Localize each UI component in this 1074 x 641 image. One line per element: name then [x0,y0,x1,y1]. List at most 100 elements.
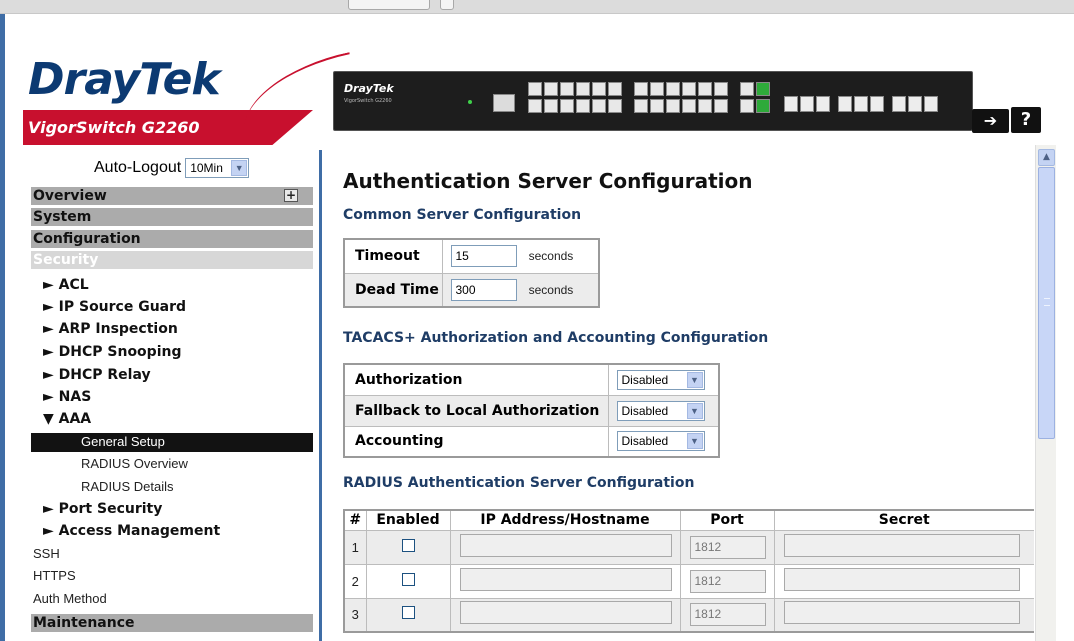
port-input[interactable]: 1812 [689,535,766,559]
radius-header-row: # Enabled IP Address/Hostname Port Secre… [343,509,1034,531]
menu-sub-general-setup[interactable]: General Setup [31,433,313,452]
help-icon[interactable]: ? [1011,107,1041,133]
model-name: VigorSwitch G2260 [28,118,200,137]
browser-toolbar-remnant [0,0,1074,14]
menu-item-aaa[interactable]: ▼ AAA [43,410,91,428]
fallback-value: Disabled [621,403,669,418]
port-cell: 1812 [679,529,775,565]
menu-configuration[interactable]: Configuration [31,230,313,249]
switch-front-panel-image: DrayTek VigorSwitch G2260 [333,71,973,131]
accounting-cell: Disabled ▼ [607,425,720,458]
menu-item-nas[interactable]: ► NAS [43,388,91,406]
common-config-title: Common Server Configuration [343,207,582,223]
tacacs-config-table: Authorization Disabled ▼ Fallback to Loc… [343,363,720,458]
menu-item-access-management[interactable]: ► Access Management [43,522,220,540]
col-header-port: Port [679,509,775,531]
port-input[interactable]: 1812 [689,569,766,593]
menu-sub-radius-details[interactable]: RADIUS Details [81,478,173,496]
ip-cell [449,563,681,599]
page-root: { "header": { "brand_dray": "Dray", "bra… [0,0,1074,641]
enabled-checkbox[interactable] [401,572,415,586]
enabled-checkbox[interactable] [401,538,415,552]
accounting-select[interactable]: Disabled ▼ [616,431,705,452]
menu-item-dhcp-relay[interactable]: ► DHCP Relay [43,366,151,384]
timeout-input[interactable]: 15 [450,245,517,268]
port-group-3 [740,82,770,122]
secret-input[interactable] [783,567,1020,591]
timeout-row: Timeout 15 seconds [343,238,600,274]
logout-icon[interactable]: ➔ [972,109,1009,133]
content-scrollbar[interactable]: ▲ [1035,145,1056,641]
col-header-ip: IP Address/Hostname [449,509,681,531]
menu-system[interactable]: System [31,208,313,227]
secret-cell [773,529,1034,565]
menu-sub-radius-overview[interactable]: RADIUS Overview [81,455,188,473]
enabled-cell [365,529,451,565]
secret-input[interactable] [783,533,1020,557]
logo-dray: Dray [28,54,140,105]
radius-config-title: RADIUS Authentication Server Configurati… [343,475,695,491]
radius-server-table: # Enabled IP Address/Hostname Port Secre… [343,509,1034,633]
page-title: Authentication Server Configuration [343,169,753,193]
menu-item-ssh[interactable]: SSH [33,545,60,563]
fallback-select[interactable]: Disabled ▼ [616,400,705,421]
deadtime-row: Dead Time 300 seconds [343,272,600,308]
sidebar: Auto-Logout 10Min ▼ Overview + System Co… [5,145,314,641]
console-port-icon [493,94,515,112]
scroll-grip-icon [1044,298,1050,306]
ip-input[interactable] [459,533,672,557]
timeout-cell: 15 seconds [441,238,600,274]
row-number: 2 [343,563,367,599]
autologout-value: 10Min [190,161,223,175]
deadtime-input[interactable]: 300 [450,278,517,301]
timeout-label: Timeout [343,238,443,274]
tacacs-config-title: TACACS+ Authorization and Accounting Con… [343,330,769,346]
expand-plus-icon[interactable]: + [284,189,298,202]
col-header-secret: Secret [773,509,1034,531]
menu-item-port-security[interactable]: ► Port Security [43,500,162,518]
fallback-row: Fallback to Local Authorization Disabled… [343,394,720,427]
browser-control[interactable] [348,0,430,10]
table-row: 1 1812 [343,529,1034,565]
device-model: VigorSwitch G2260 [344,98,392,104]
scroll-thumb[interactable] [1038,167,1055,439]
accounting-row: Accounting Disabled ▼ [343,425,720,458]
ip-input[interactable] [459,567,672,591]
ip-cell [449,597,681,633]
enabled-checkbox[interactable] [401,606,415,620]
menu-item-ip-source-guard[interactable]: ► IP Source Guard [43,298,186,316]
sfp-group-3 [892,96,938,112]
menu-item-auth-method[interactable]: Auth Method [33,590,107,608]
col-header-num: # [343,509,367,531]
menu-item-arp-inspection[interactable]: ► ARP Inspection [43,320,178,338]
ip-input[interactable] [459,601,672,625]
authorization-cell: Disabled ▼ [607,363,720,396]
deadtime-cell: 300 seconds [441,272,600,308]
menu-item-https[interactable]: HTTPS [33,567,76,585]
device-brand: DrayTek [344,82,394,95]
menu-item-acl[interactable]: ► ACL [43,276,89,294]
autologout-select[interactable]: 10Min ▼ [185,158,250,178]
enabled-cell [365,597,451,633]
sfp-group-2 [838,96,884,112]
menu-overview-label: Overview [33,188,107,204]
authorization-row: Authorization Disabled ▼ [343,363,720,396]
secret-input[interactable] [783,601,1020,625]
row-number: 3 [343,597,367,633]
port-cell: 1812 [679,597,775,633]
browser-control-small[interactable] [440,0,454,10]
menu-security[interactable]: Security [31,251,313,270]
menu-item-dhcp-snooping[interactable]: ► DHCP Snooping [43,343,181,361]
scroll-up-icon[interactable]: ▲ [1038,149,1055,166]
deadtime-unit: seconds [528,282,574,297]
port-input[interactable]: 1812 [689,603,766,627]
logo-tek: Tek [139,54,220,105]
menu-maintenance[interactable]: Maintenance [31,614,313,633]
menu-overview[interactable]: Overview + [31,187,313,206]
table-row: 3 1812 [343,597,1034,633]
chevron-down-icon: ▼ [686,402,703,419]
deadtime-label: Dead Time [343,272,443,308]
authorization-value: Disabled [621,372,669,387]
fallback-cell: Disabled ▼ [607,394,720,427]
authorization-select[interactable]: Disabled ▼ [616,369,705,390]
